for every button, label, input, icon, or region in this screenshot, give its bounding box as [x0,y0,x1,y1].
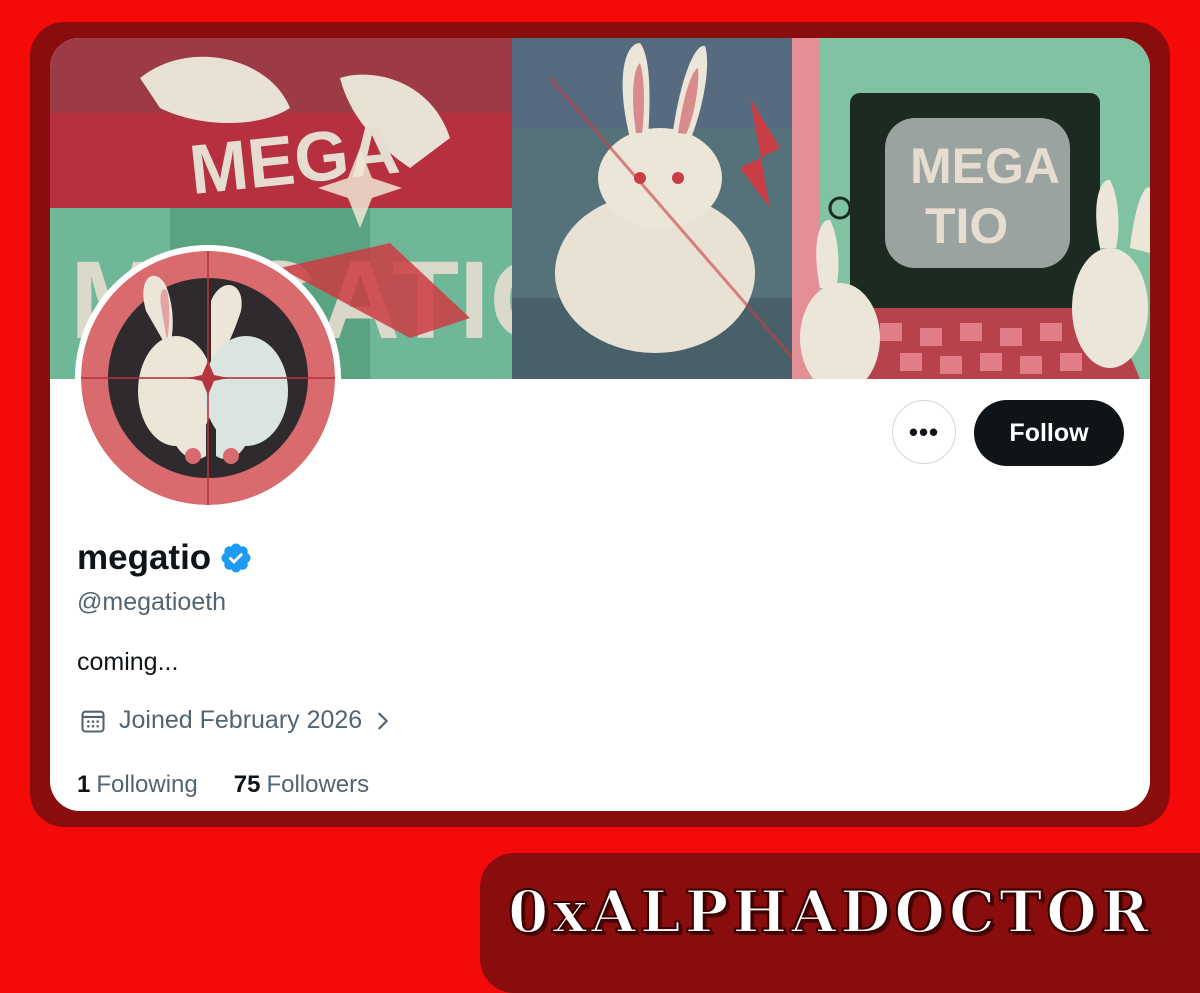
more-options-button[interactable]: ••• [892,400,956,464]
name-row: megatio [77,538,253,578]
watermark-text: 0xALPHADOCTOR [507,877,1153,947]
avatar-artwork [81,251,335,505]
followers-count: 75 [233,771,261,798]
calendar-icon [81,710,105,733]
verified-badge-icon[interactable] [219,541,253,575]
chevron-right-icon [378,712,388,729]
profile-card: MEGA MEGATIO MEGA TIO ••• Follow megatio… [50,38,1150,811]
joined-label: Joined February 2026 [119,706,363,734]
more-dots-icon: ••• [908,416,940,447]
follow-button[interactable]: Follow [974,400,1124,466]
following-stat[interactable]: 1 Following [77,771,198,799]
profile-bio: coming... [77,648,179,676]
follow-stats: 1 Following 75 Followers [77,771,369,799]
following-label: Following [96,771,198,798]
display-name: megatio [77,538,212,577]
profile-handle: @megatioeth [77,588,227,616]
svg-text:MEGA: MEGA [910,138,1060,194]
followers-label: Followers [266,771,370,798]
following-count: 1 [77,771,91,798]
joined-date[interactable]: Joined February 2026 [79,706,394,735]
avatar[interactable] [81,251,335,505]
followers-stat[interactable]: 75 Followers [234,771,369,799]
svg-text:TIO: TIO [925,198,1008,254]
avatar-ring [75,245,341,511]
